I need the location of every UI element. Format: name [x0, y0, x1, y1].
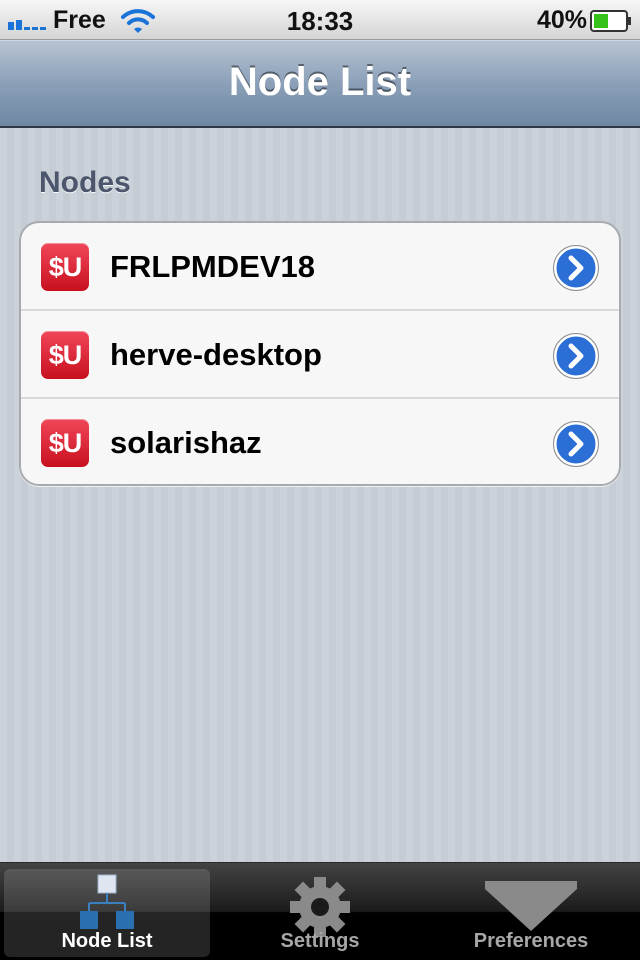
section-header: Nodes [39, 166, 131, 199]
tab-preferences[interactable]: Preferences [428, 869, 634, 957]
battery-icon [590, 10, 631, 32]
navigation-bar: Node List [0, 40, 640, 128]
page-title: Node List [228, 60, 412, 104]
node-name: FRLPMDEV18 [110, 249, 315, 284]
disclosure-button-icon[interactable] [553, 333, 599, 379]
node-row[interactable]: $U herve-desktop [21, 311, 619, 399]
gear-icon [290, 877, 350, 937]
tab-bar: Node List Settings Preferences [0, 862, 640, 960]
battery-percentage: 40% [536, 6, 587, 34]
node-name: herve-desktop [110, 337, 322, 372]
tab-label: Node List [61, 930, 153, 952]
node-row[interactable]: $U FRLPMDEV18 [21, 223, 619, 311]
node-row[interactable]: $U solarishaz [21, 399, 619, 484]
app-icon: $U [41, 243, 89, 291]
disclosure-button-icon[interactable] [553, 245, 599, 291]
app-icon: $U [41, 419, 89, 467]
disclosure-button-icon[interactable] [553, 421, 599, 467]
node-name: solarishaz [110, 425, 262, 460]
preferences-icon [485, 881, 577, 931]
tab-label: Preferences [473, 930, 589, 952]
tab-node-list[interactable]: Node List [4, 869, 210, 957]
node-list-icon [80, 874, 134, 929]
status-bar: Free 18:33 40% [0, 0, 640, 40]
tab-label: Settings [280, 930, 360, 952]
tab-settings[interactable]: Settings [217, 869, 423, 957]
app-icon: $U [41, 331, 89, 379]
node-list: $U FRLPMDEV18 $U herve-desktop $U solari… [19, 221, 621, 486]
